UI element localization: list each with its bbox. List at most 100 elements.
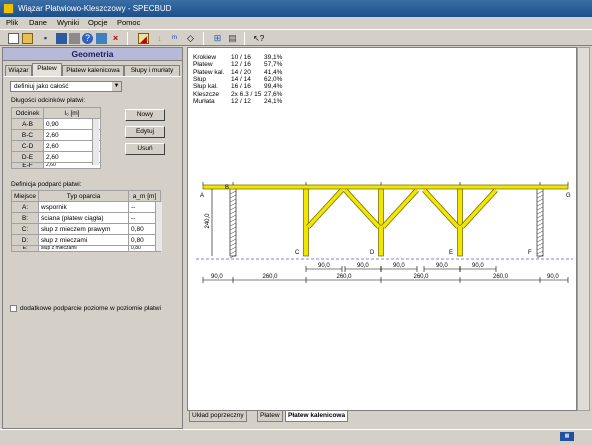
node-label-b: B xyxy=(225,185,229,191)
strut-dim-label: 90,0 xyxy=(436,263,448,269)
close-icon[interactable]: × xyxy=(110,33,121,44)
menu-plik[interactable]: Plik xyxy=(6,18,18,27)
app-icon xyxy=(3,3,14,14)
supports-header-am: a_m [m] xyxy=(128,190,161,202)
table-row[interactable]: D-E 2,60 xyxy=(11,151,101,163)
tab-platew[interactable]: Płatew xyxy=(32,63,62,76)
brace-e-left xyxy=(422,188,460,229)
segment-name: C-D xyxy=(11,140,44,152)
geometry-icon[interactable]: ◢ xyxy=(138,33,149,44)
new-file-icon[interactable] xyxy=(8,33,19,44)
table-row[interactable]: A: wspornik -- xyxy=(10,201,161,213)
node-label-c: C xyxy=(295,250,300,256)
definition-mode-select[interactable]: definiuj jako całość ▼ xyxy=(10,81,122,92)
segments-scrollbar[interactable] xyxy=(92,119,99,165)
segments-header-length: l₀ [m] xyxy=(43,107,101,119)
calc-icon[interactable]: ▤ xyxy=(227,33,238,44)
segment-name: D-E xyxy=(11,151,44,163)
edit-segment-button[interactable]: Edytuj xyxy=(125,126,165,138)
support-type-cell[interactable]: słup z mieczami xyxy=(38,234,130,246)
strut-dim-label: 90,0 xyxy=(357,263,369,269)
overall-dim-label: 260,0 xyxy=(263,274,279,280)
toolbar: ▪ ? × ◢ ↓ m ◇ ⊞ ▤ ↖? xyxy=(0,29,592,46)
support-place: A: xyxy=(10,201,40,213)
tape-icon[interactable]: ⊞ xyxy=(212,33,223,44)
open-folder-icon[interactable] xyxy=(22,33,33,44)
tab-uklad-poprzeczny[interactable]: Układ poprzeczny xyxy=(189,411,247,422)
drawing-canvas[interactable]: Krokiew 10 / 16 39,1% Płatew 12 / 16 57,7% Pła… xyxy=(187,47,577,411)
support-type-cell[interactable]: słup z mieczem prawym xyxy=(38,223,130,235)
strut-dim-label: 90,0 xyxy=(472,263,484,269)
help-icon[interactable]: ? xyxy=(82,33,93,44)
canvas-vertical-scrollbar[interactable] xyxy=(577,47,590,411)
table-row[interactable]: C: słup z mieczem prawym 0,80 xyxy=(10,223,161,235)
tab-platew-kalenicowa[interactable]: Płatew kalenicowa xyxy=(62,65,124,76)
strut-dim-label: 90,0 xyxy=(393,263,405,269)
brace-d-left xyxy=(343,188,381,229)
node-label-g: G xyxy=(566,193,571,199)
horizontal-support-label: dodatkowe podparcie poziome w poziomie p… xyxy=(20,305,161,312)
supports-header-place: Miejsce xyxy=(10,190,40,202)
overall-dim-label: 260,0 xyxy=(337,274,353,280)
view-icon[interactable]: ◇ xyxy=(185,33,196,44)
overall-dim-label: 260,0 xyxy=(493,274,509,280)
pointer-help-icon[interactable]: ↖? xyxy=(253,33,264,44)
info-icon[interactable] xyxy=(96,33,107,44)
column-c xyxy=(303,188,309,257)
window-title: Wiązar Płatwiowo-Kleszczowy - SPECBUD xyxy=(18,4,172,13)
horizontal-support-checkbox[interactable] xyxy=(10,305,17,312)
node-label-e: E xyxy=(449,250,453,256)
segments-table: Odcinek l₀ [m] A-B 0,90 B-C 2,60 C-D 2,6… xyxy=(11,107,101,169)
save-icon[interactable]: ▪ xyxy=(40,33,51,44)
table-row[interactable]: C-D 2,60 xyxy=(11,140,101,152)
brace-c-right xyxy=(306,188,344,229)
tab-slupy-i-murlaty[interactable]: Słupy i murłaty xyxy=(124,65,180,76)
segments-label: Długości odcinków płatwi: xyxy=(11,97,86,104)
segments-header-name: Odcinek xyxy=(11,107,44,119)
tab-body: definiuj jako całość ▼ Długości odcinków… xyxy=(4,76,181,428)
table-row[interactable]: B: ściana (płatew ciągła) -- xyxy=(10,212,161,224)
units-icon[interactable]: m xyxy=(169,33,180,44)
tab-platew-kalenicowa-view[interactable]: Płatew kalenicowa xyxy=(285,411,349,422)
menu-pomoc[interactable]: Pomoc xyxy=(117,18,140,27)
supports-scrollbar[interactable] xyxy=(155,202,162,251)
height-dim-label: 240,0 xyxy=(205,213,211,229)
supports-label: Definicja podparć płatwi: xyxy=(11,181,82,188)
column-e xyxy=(457,188,463,257)
chevron-down-icon[interactable]: ▼ xyxy=(112,82,121,91)
supports-table: Miejsce Typ oparcia a_m [m] A: wspornik … xyxy=(10,190,161,252)
table-row[interactable]: D: słup z mieczami 0,80 xyxy=(10,234,161,246)
brace-d-right xyxy=(381,188,419,229)
panel-tabs: Wiązar Płatew Płatew kalenicowa Słupy i … xyxy=(3,63,182,76)
table-row[interactable]: E-F 2,60 xyxy=(11,162,101,169)
support-type-cell[interactable]: słup z mieczami xyxy=(38,245,130,252)
column-d xyxy=(378,188,384,257)
overall-dim-label: 90,0 xyxy=(547,274,559,280)
loads-icon[interactable]: ↓ xyxy=(154,33,165,44)
panel-header: Geometria xyxy=(3,48,182,61)
segment-name: E-F xyxy=(11,162,44,169)
tab-wiazar[interactable]: Wiązar xyxy=(5,65,32,76)
segment-name: A-B xyxy=(11,118,44,130)
new-segment-button[interactable]: Nowy xyxy=(125,109,165,121)
support-type-cell[interactable]: wspornik xyxy=(38,201,130,213)
purlin-beam xyxy=(202,184,569,190)
title-bar: Wiązar Płatwiowo-Kleszczowy - SPECBUD xyxy=(0,0,592,17)
table-row[interactable]: B-C 2,60 xyxy=(11,129,101,141)
menu-dane[interactable]: Dane xyxy=(29,18,47,27)
menu-wyniki[interactable]: Wyniki xyxy=(57,18,79,27)
menu-opcje[interactable]: Opcje xyxy=(88,18,108,27)
delete-segment-button[interactable]: Usuń xyxy=(125,143,165,155)
support-type-cell[interactable]: ściana (płatew ciągła) xyxy=(38,212,130,224)
table-row[interactable]: A-B 0,90 xyxy=(11,118,101,130)
print-icon[interactable] xyxy=(69,33,80,44)
table-row[interactable]: E: słup z mieczami 0,80 xyxy=(10,245,161,252)
overall-dim-label: 260,0 xyxy=(414,274,430,280)
print-preview-icon[interactable] xyxy=(56,33,67,44)
strut-dim-label: 90,0 xyxy=(318,263,330,269)
overall-dim-label: 90,0 xyxy=(211,274,223,280)
node-label-d: D xyxy=(370,250,375,256)
support-place: B: xyxy=(10,212,40,224)
view-tabs: Układ poprzeczny Płatew Płatew kalenicow… xyxy=(187,411,577,423)
tab-platew-view[interactable]: Płatew xyxy=(257,411,283,422)
